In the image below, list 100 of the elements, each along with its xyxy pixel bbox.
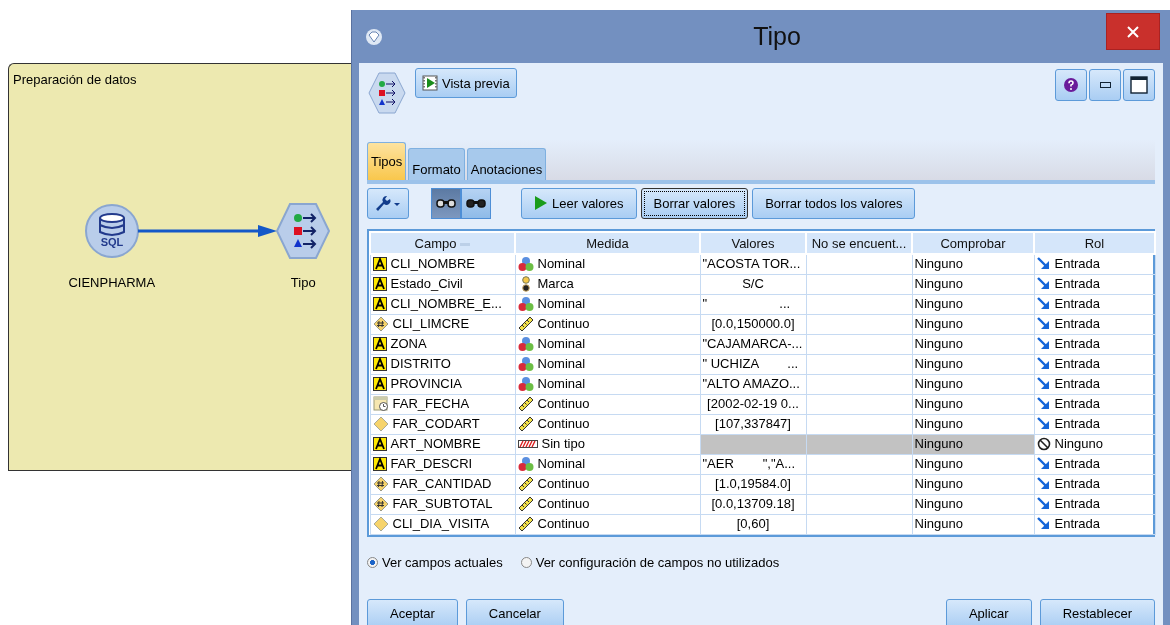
field-cell: FAR_FECHA — [370, 394, 515, 414]
action-button[interactable]: Borrar valores — [640, 187, 749, 219]
tools-menu-button[interactable] — [367, 187, 409, 219]
arrow-down-right-icon — [1036, 416, 1051, 431]
radio-button[interactable] — [367, 557, 378, 568]
field-cell: CLI_DIA_VISITA — [370, 514, 515, 534]
check-cell: Ninguno — [912, 334, 1034, 354]
arrow-down-right-icon — [1036, 276, 1051, 291]
values-cell: [0.0,150000.0] — [700, 314, 806, 334]
check-cell: Ninguno — [912, 374, 1034, 394]
role-cell: Entrada — [1034, 414, 1155, 434]
prohibited-icon — [1036, 436, 1051, 451]
calendar-clock-icon — [372, 395, 389, 412]
letter-a-icon — [372, 436, 387, 451]
values-cell: [107,337847] — [700, 414, 806, 434]
field-cell: Estado_Civil — [370, 274, 515, 294]
measure-cell: Continuo — [515, 514, 700, 534]
letter-a-icon — [372, 276, 387, 291]
values-cell: " ... — [700, 294, 806, 314]
check-cell: Ninguno — [912, 354, 1034, 374]
diamond-icon — [372, 415, 389, 432]
action-button[interactable]: Borrar todos los valores — [752, 187, 916, 219]
binoculars-icon — [466, 197, 486, 209]
check-cell: Ninguno — [912, 514, 1034, 534]
radio-button[interactable] — [520, 557, 532, 568]
column-header[interactable]: Medida — [515, 232, 700, 254]
column-header[interactable]: No se encuent... — [806, 232, 912, 254]
values-cell: [1.0,19584.0] — [700, 474, 806, 494]
film-play-icon — [422, 75, 438, 91]
play-icon — [534, 195, 548, 211]
dialog-button[interactable]: Aceptar — [367, 598, 458, 625]
role-cell: Entrada — [1034, 374, 1155, 394]
help-button[interactable] — [1055, 69, 1087, 101]
action-button[interactable]: Leer valores — [521, 187, 637, 219]
values-cell: "ACOSTA TOR... — [700, 254, 806, 274]
role-cell: Entrada — [1034, 314, 1155, 334]
arrow-down-right-icon — [1036, 476, 1051, 491]
hash-diamond-icon — [372, 315, 389, 332]
circles-icon — [517, 455, 534, 472]
radio-option[interactable]: Ver campos actuales — [367, 555, 503, 570]
dialog-button[interactable]: Aplicar — [945, 598, 1032, 625]
check-cell: Ninguno — [912, 414, 1034, 434]
values-cell: S/C — [700, 274, 806, 294]
arrow-down-right-icon — [1036, 496, 1051, 511]
field-cell: FAR_CODART — [370, 414, 515, 434]
role-cell: Entrada — [1034, 274, 1155, 294]
dialog-button[interactable]: Restablecer — [1039, 598, 1155, 625]
letter-a-icon — [372, 296, 387, 311]
letter-a-icon — [372, 376, 387, 391]
check-cell: Ninguno — [912, 494, 1034, 514]
maximize-button[interactable] — [1123, 69, 1155, 101]
check-cell: Ninguno — [912, 254, 1034, 274]
ruler-icon — [517, 515, 534, 532]
arrow-down-right-icon — [1036, 376, 1051, 391]
field-cell: PROVINCIA — [370, 374, 515, 394]
canvas-title: Preparación de datos — [13, 72, 137, 87]
role-cell: Entrada — [1034, 254, 1155, 274]
ruler-icon — [517, 495, 534, 512]
measure-cell: Continuo — [515, 474, 700, 494]
close-button[interactable] — [1106, 13, 1160, 50]
binoculars-toggle[interactable] — [461, 187, 491, 219]
ruler-icon — [517, 415, 534, 432]
values-cell: [0,60] — [700, 514, 806, 534]
role-cell: Entrada — [1034, 394, 1155, 414]
field-cell: ART_NOMBRE — [370, 434, 515, 454]
ruler-icon — [517, 475, 534, 492]
dialog-button[interactable]: Cancelar — [465, 598, 564, 625]
arrow-down-right-icon — [1036, 396, 1051, 411]
measure-cell: Continuo — [515, 414, 700, 434]
values-cell: "AER ","A... — [700, 454, 806, 474]
measure-cell: Marca — [515, 274, 700, 294]
tab[interactable]: Tipos — [367, 142, 407, 180]
measure-cell: Sin tipo — [515, 434, 700, 454]
arrow-down-right-icon — [1036, 256, 1051, 271]
column-header[interactable]: Valores — [700, 232, 806, 254]
hash-diamond-icon — [372, 495, 389, 512]
arrow-down-right-icon — [1036, 336, 1051, 351]
values-cell: "CAJAMARCA-... — [700, 334, 806, 354]
field-cell: FAR_DESCRI — [370, 454, 515, 474]
minimize-button[interactable] — [1089, 69, 1121, 101]
values-cell: " UCHIZA ... — [700, 354, 806, 374]
radio-option[interactable]: Ver configuración de campos no utilizados — [520, 555, 780, 570]
role-cell: Entrada — [1034, 514, 1155, 534]
binoculars-toggle[interactable] — [431, 187, 461, 219]
column-header[interactable]: Rol — [1034, 232, 1155, 254]
preview-button[interactable]: Vista previa — [415, 68, 517, 98]
column-header[interactable]: Campo — [370, 232, 515, 254]
circles-icon — [517, 355, 534, 372]
close-icon — [1126, 24, 1140, 39]
column-header[interactable]: Comprobar — [912, 232, 1034, 254]
tab[interactable]: Formato — [408, 148, 465, 180]
field-cell: FAR_SUBTOTAL — [370, 494, 515, 514]
values-cell: [0.0,13709.18] — [700, 494, 806, 514]
diamond-icon — [372, 515, 389, 532]
tab[interactable]: Anotaciones — [466, 148, 547, 180]
field-cell: CLI_NOMBRE — [370, 254, 515, 274]
check-cell: Ninguno — [912, 474, 1034, 494]
type-node-icon[interactable] — [275, 201, 332, 261]
field-cell: FAR_CANTIDAD — [370, 474, 515, 494]
field-cell: ZONA — [370, 334, 515, 354]
